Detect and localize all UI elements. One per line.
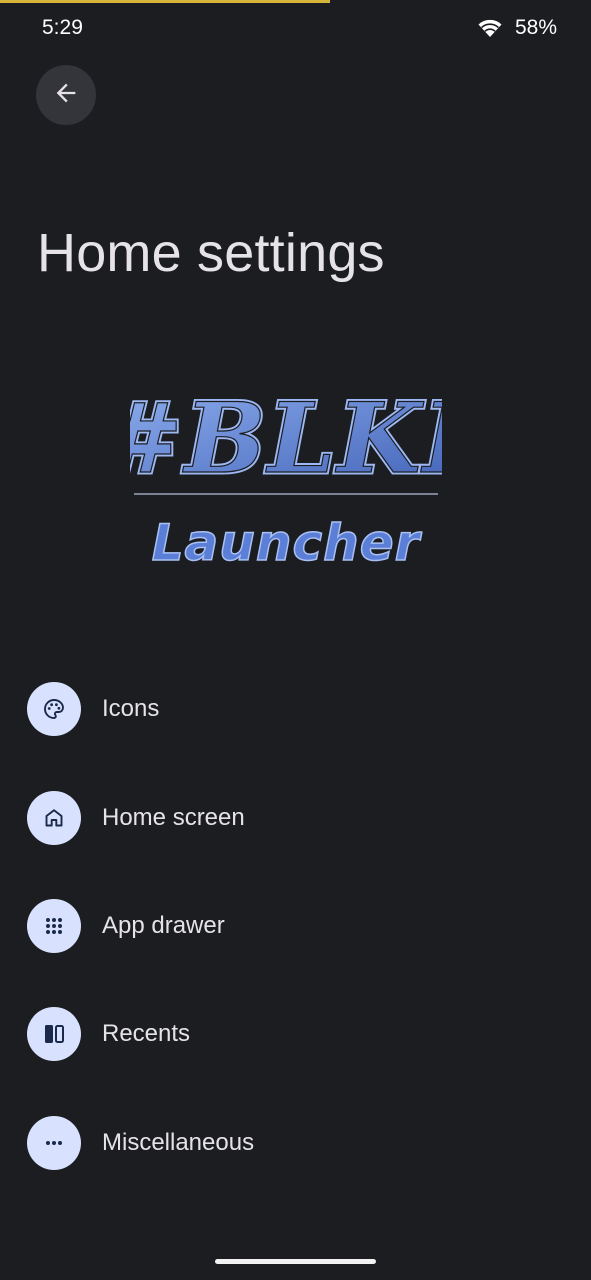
wifi-icon bbox=[477, 17, 503, 39]
menu-item-app-drawer[interactable]: App drawer bbox=[0, 872, 591, 980]
menu-label-app-drawer: App drawer bbox=[102, 911, 225, 939]
menu-label-miscellaneous: Miscellaneous bbox=[102, 1128, 255, 1156]
settings-menu: Icons Home screen App drawer Recents Mis… bbox=[0, 655, 591, 1197]
battery-percent: 58% bbox=[514, 16, 557, 39]
gesture-navigation-bar[interactable] bbox=[215, 1259, 376, 1264]
menu-label-recents: Recents bbox=[102, 1020, 191, 1048]
page-title: Home settings bbox=[37, 223, 385, 283]
menu-item-home-screen[interactable]: Home screen bbox=[0, 763, 591, 871]
logo-line1-fill: #BLKI bbox=[130, 382, 442, 495]
menu-label-home-screen: Home screen bbox=[102, 803, 245, 831]
status-bar: 5:29 58% bbox=[0, 0, 591, 56]
more-horiz-icon bbox=[27, 1115, 81, 1170]
menu-item-icons[interactable]: Icons bbox=[0, 655, 591, 763]
blki-launcher-logo: #BLKI #BLKI Launcher bbox=[130, 370, 442, 575]
back-button[interactable] bbox=[36, 65, 96, 125]
recents-icon bbox=[27, 1007, 81, 1062]
menu-item-miscellaneous[interactable]: Miscellaneous bbox=[0, 1089, 591, 1197]
logo-line2: Launcher bbox=[152, 514, 423, 572]
menu-item-recents[interactable]: Recents bbox=[0, 980, 591, 1088]
home-icon bbox=[27, 790, 81, 845]
arrow-back-icon bbox=[52, 79, 80, 112]
status-time: 5:29 bbox=[42, 16, 83, 39]
palette-icon bbox=[27, 682, 81, 737]
apps-grid-icon bbox=[27, 898, 81, 953]
menu-label-icons: Icons bbox=[102, 695, 160, 723]
status-right: 58% bbox=[477, 16, 557, 40]
